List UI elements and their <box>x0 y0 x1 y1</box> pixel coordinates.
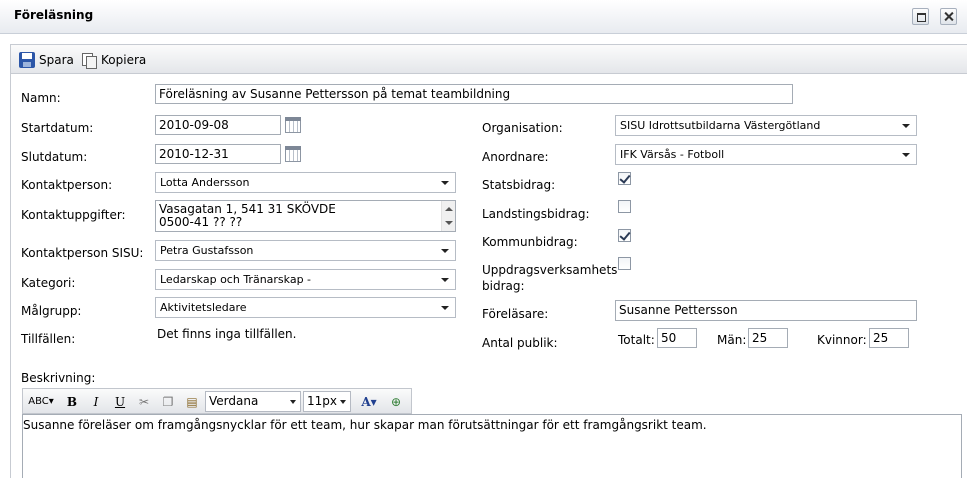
landstingsbidrag-label: Landstingsbidrag: <box>482 207 590 221</box>
maximize-button[interactable] <box>912 8 929 25</box>
anordnare-value: IFK Värsås - Fotboll <box>620 148 725 161</box>
tillfallen-label: Tillfällen: <box>21 332 76 346</box>
beskrivning-label: Beskrivning: <box>21 371 96 385</box>
anordnare-select[interactable]: IFK Värsås - Fotboll <box>615 144 917 165</box>
anordnare-label: Anordnare: <box>482 150 549 164</box>
chevron-down-icon <box>902 124 910 128</box>
malgrupp-label: Målgrupp: <box>21 304 82 318</box>
uppdragsverksamhet-label-line1: Uppdragsverksamhets <box>482 263 618 277</box>
kontaktperson-sisu-label: Kontaktperson SISU: <box>21 246 144 260</box>
kontaktperson-sisu-value: Petra Gustafsson <box>160 244 254 257</box>
kommunbidrag-label: Kommunbidrag: <box>482 235 578 249</box>
man-input[interactable]: 25 <box>748 328 788 348</box>
kontaktperson-sisu-select[interactable]: Petra Gustafsson <box>155 240 456 261</box>
font-color-label: A <box>361 395 371 409</box>
calendar-icon[interactable] <box>285 146 301 162</box>
kontaktuppgifter-textarea[interactable]: Vasagatan 1, 541 31 SKÖVDE 0500-41 ?? ?? <box>155 200 456 232</box>
statsbidrag-checkbox[interactable] <box>618 172 631 185</box>
font-size-value: 11px <box>307 394 337 408</box>
kontaktuppgifter-label: Kontaktuppgifter: <box>21 208 126 222</box>
editor-toolbar: ABC▾ B I U ✂ ❐ ▤ Verdana 11px A▾ ⊕ <box>22 388 412 414</box>
kategori-label: Kategori: <box>21 276 76 290</box>
chevron-down-icon <box>902 153 910 157</box>
font-family-value: Verdana <box>209 394 259 408</box>
main-toolbar: Spara Kopiera <box>10 44 967 74</box>
kvinnor-label: Kvinnor: <box>817 333 867 347</box>
organisation-value: SISU Idrottsutbildarna Västergötland <box>620 119 821 132</box>
kontaktperson-label: Kontaktperson: <box>21 178 113 192</box>
kontaktperson-value: Lotta Andersson <box>160 176 250 189</box>
man-label: Män: <box>717 333 747 347</box>
chevron-down-icon <box>441 181 449 185</box>
malgrupp-select[interactable]: Aktivitetsledare <box>155 297 456 318</box>
beskrivning-editor[interactable]: Susanne föreläser om framgångsnycklar fö… <box>22 414 962 478</box>
organisation-select[interactable]: SISU Idrottsutbildarna Västergötland <box>615 115 917 136</box>
cut-icon[interactable]: ✂ <box>135 393 153 411</box>
copy-button[interactable]: Kopiera <box>81 52 147 69</box>
totalt-input[interactable]: 50 <box>657 328 697 348</box>
kommunbidrag-checkbox[interactable] <box>618 229 631 242</box>
forelasare-label: Föreläsare: <box>482 307 549 321</box>
tillfallen-value: Det finns inga tillfällen. <box>157 327 297 341</box>
copy-label: Kopiera <box>101 53 147 67</box>
hyperlink-icon[interactable]: ⊕ <box>387 393 405 411</box>
kvinnor-input[interactable]: 25 <box>869 328 909 348</box>
paste-icon[interactable]: ▤ <box>183 393 201 411</box>
copy-icon <box>81 52 97 69</box>
save-icon <box>19 52 35 68</box>
malgrupp-value: Aktivitetsledare <box>160 301 247 314</box>
copy-icon[interactable]: ❐ <box>159 393 177 411</box>
kategori-value: Ledarskap och Tränarskap - <box>160 273 312 286</box>
statsbidrag-label: Statsbidrag: <box>482 178 556 192</box>
kategori-select[interactable]: Ledarskap och Tränarskap - <box>155 269 456 290</box>
window-title: Föreläsning <box>14 8 94 22</box>
chevron-down-icon <box>441 306 449 310</box>
slutdatum-input[interactable]: 2010-12-31 <box>155 144 281 164</box>
startdatum-input[interactable]: 2010-09-08 <box>155 115 281 135</box>
font-family-select[interactable]: Verdana <box>205 391 301 412</box>
chevron-down-icon <box>441 278 449 282</box>
forelasare-input[interactable]: Susanne Pettersson <box>615 300 917 321</box>
chevron-down-icon <box>441 249 449 253</box>
kontaktuppgifter-line2: 0500-41 ?? ?? <box>159 215 243 229</box>
namn-label: Namn: <box>21 91 61 105</box>
startdatum-label: Startdatum: <box>21 121 94 135</box>
font-size-select[interactable]: 11px <box>303 391 351 412</box>
calendar-icon[interactable] <box>285 117 301 133</box>
italic-button[interactable]: I <box>87 393 105 411</box>
save-label: Spara <box>39 53 74 67</box>
uppdragsverksamhet-label-line2: bidrag: <box>482 279 525 293</box>
window-titlebar: Föreläsning <box>0 0 967 34</box>
chevron-down-icon <box>340 400 346 404</box>
kontaktperson-select[interactable]: Lotta Andersson <box>155 172 456 193</box>
font-color-button[interactable]: A▾ <box>357 393 381 411</box>
totalt-label: Totalt: <box>618 333 655 347</box>
chevron-down-icon <box>290 400 296 404</box>
uppdragsverksamhet-checkbox[interactable] <box>618 257 631 270</box>
spellcheck-icon[interactable]: ABC▾ <box>27 393 55 411</box>
close-button[interactable] <box>940 8 957 25</box>
save-button[interactable]: Spara <box>19 52 74 68</box>
landstingsbidrag-checkbox[interactable] <box>618 200 631 213</box>
slutdatum-label: Slutdatum: <box>21 150 88 164</box>
textarea-scrollbar[interactable] <box>441 201 455 231</box>
bold-button[interactable]: B <box>63 393 81 411</box>
antal-publik-label: Antal publik: <box>482 336 558 350</box>
organisation-label: Organisation: <box>482 121 563 135</box>
namn-input[interactable]: Föreläsning av Susanne Pettersson på tem… <box>155 84 793 104</box>
beskrivning-text: Susanne föreläser om framgångsnycklar fö… <box>23 418 707 432</box>
underline-button[interactable]: U <box>111 393 129 411</box>
